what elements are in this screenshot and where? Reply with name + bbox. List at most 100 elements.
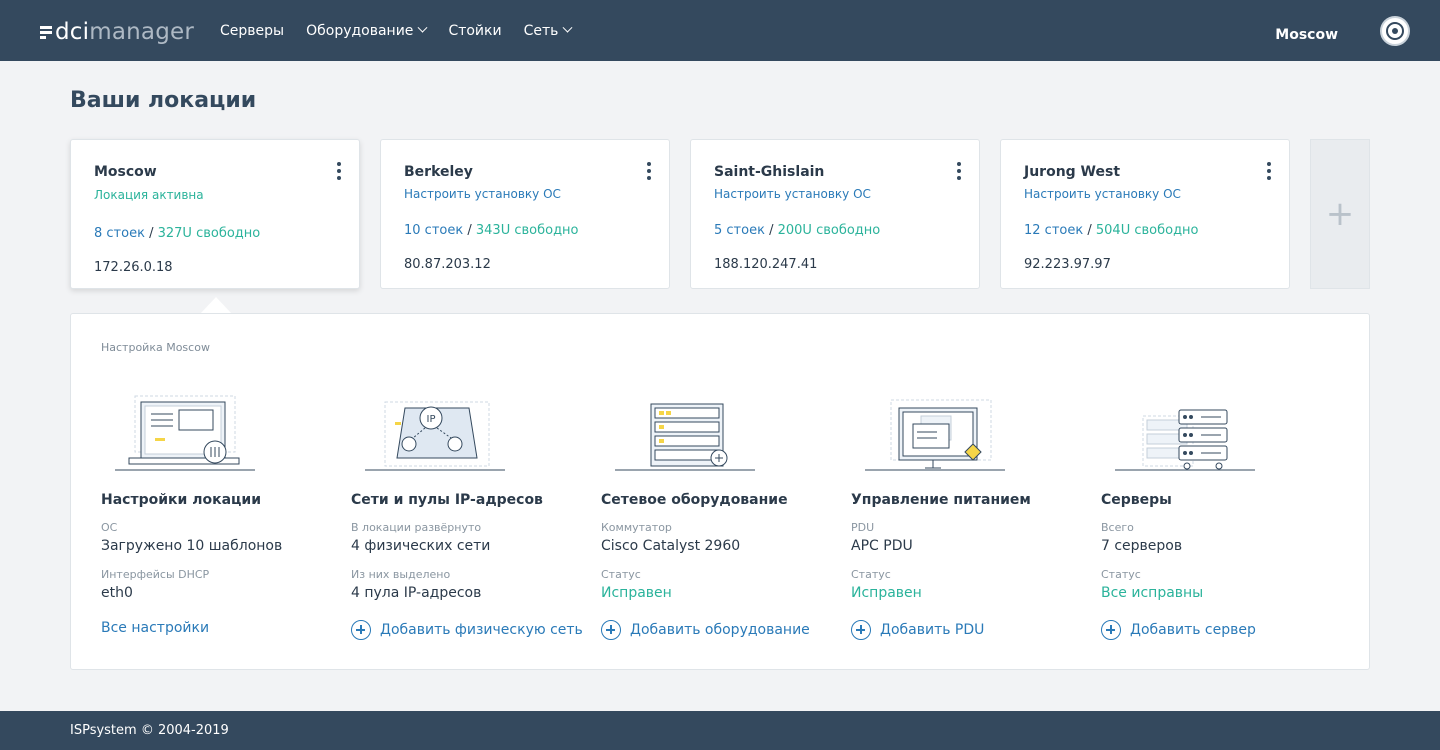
- add-physical-network-button[interactable]: Добавить физическую сеть: [351, 620, 583, 640]
- more-menu-icon[interactable]: [957, 162, 961, 180]
- top-navigation-bar: dci manager Серверы Оборудование Стойки С…: [0, 0, 1440, 61]
- setup-os-link[interactable]: Настроить установку ОС: [404, 187, 561, 201]
- more-menu-icon[interactable]: [647, 162, 651, 180]
- action-label: Все настройки: [101, 620, 210, 636]
- racks-count-link[interactable]: 8 стоек: [94, 226, 145, 241]
- all-settings-link[interactable]: Все настройки: [101, 620, 209, 636]
- nav-racks-label: Стойки: [448, 22, 502, 39]
- avatar-emblem-icon: [1386, 22, 1404, 40]
- ip-text: IP: [427, 414, 436, 425]
- location-ip: 172.26.0.18: [94, 260, 173, 275]
- add-circle-icon: [601, 620, 621, 640]
- setup-os-link[interactable]: Настроить установку ОС: [714, 187, 871, 201]
- plus-icon: +: [1325, 194, 1355, 234]
- field-label: Статус: [601, 568, 641, 581]
- footer: ISPsystem © 2004-2019: [0, 711, 1440, 750]
- setup-os-link[interactable]: Настроить установку ОС: [1024, 187, 1181, 201]
- logo-text-manager: manager: [89, 19, 195, 45]
- section-title: Сетевое оборудование: [601, 492, 788, 508]
- section-title: Настройки локации: [101, 492, 262, 508]
- field-label: PDU: [851, 521, 875, 534]
- location-name: Berkeley: [404, 164, 473, 180]
- logo-text-dci: dci: [55, 19, 90, 45]
- location-ip: 188.120.247.41: [714, 257, 818, 272]
- logo-mark-icon: [40, 26, 52, 39]
- copyright-text: ISPsystem © 2004-2019: [70, 723, 229, 738]
- current-location-name[interactable]: Moscow: [1275, 27, 1338, 43]
- location-racks: 5 стоек / 200U свободно: [714, 223, 880, 238]
- field-label: Всего: [1101, 521, 1134, 534]
- nav-network-label: Сеть: [523, 22, 559, 39]
- main-nav: Серверы Оборудование Стойки Сеть: [220, 0, 593, 61]
- location-card-berkeley[interactable]: Berkeley Настроить установку ОС 10 стоек…: [380, 139, 670, 289]
- status-value: Исправен: [851, 585, 922, 601]
- field-value: eth0: [101, 585, 133, 601]
- location-ip: 92.223.97.97: [1024, 257, 1111, 272]
- field-label: ОС: [101, 521, 118, 534]
- field-label: Из них выделено: [351, 568, 451, 581]
- monitor-power-icon: [865, 399, 1005, 471]
- avatar[interactable]: [1380, 16, 1410, 46]
- field-value: Cisco Catalyst 2960: [601, 538, 741, 554]
- location-status: Локация активна: [94, 188, 204, 202]
- racks-count-link[interactable]: 5 стоек: [714, 223, 765, 238]
- more-menu-icon[interactable]: [337, 162, 341, 180]
- location-card-jurong-west[interactable]: Jurong West Настроить установку ОС 12 ст…: [1000, 139, 1290, 289]
- status-value: Исправен: [601, 585, 672, 601]
- section-title: Сети и пулы IP-адресов: [351, 492, 543, 508]
- panel-pointer: [200, 297, 232, 314]
- dcimanager-logo[interactable]: dci manager: [40, 19, 194, 45]
- nav-network[interactable]: Сеть: [523, 22, 573, 39]
- add-location-button[interactable]: +: [1310, 139, 1370, 289]
- nav-equipment[interactable]: Оборудование: [306, 22, 428, 39]
- section-title: Серверы: [1101, 492, 1172, 508]
- location-card-saint-ghislain[interactable]: Saint-Ghislain Настроить установку ОС 5 …: [690, 139, 980, 289]
- switch-rack-icon: [615, 403, 755, 471]
- field-value: 4 пула IP-адресов: [351, 585, 482, 601]
- racks-count-link[interactable]: 12 стоек: [1024, 223, 1083, 238]
- free-units: 327U свободно: [157, 226, 261, 241]
- add-equipment-button[interactable]: Добавить оборудование: [601, 620, 810, 640]
- panel-caption: Настройка Moscow: [101, 341, 210, 354]
- location-name: Saint-Ghislain: [714, 164, 825, 180]
- more-menu-icon[interactable]: [1267, 162, 1271, 180]
- field-label: Интерфейсы DHCP: [101, 568, 210, 581]
- racks-count-link[interactable]: 10 стоек: [404, 223, 463, 238]
- nav-racks[interactable]: Стойки: [448, 23, 501, 39]
- add-pdu-button[interactable]: Добавить PDU: [851, 620, 984, 640]
- field-value: APC PDU: [851, 538, 913, 554]
- free-units: 504U свободно: [1095, 223, 1199, 238]
- action-label: Добавить PDU: [880, 622, 985, 638]
- nav-servers[interactable]: Серверы: [220, 23, 284, 39]
- free-units: 200U свободно: [777, 223, 881, 238]
- add-server-button[interactable]: Добавить сервер: [1101, 620, 1256, 640]
- location-racks: 12 стоек / 504U свободно: [1024, 223, 1199, 238]
- add-circle-icon: [351, 620, 371, 640]
- section-title: Управление питанием: [851, 492, 1031, 508]
- chevron-down-icon: [417, 22, 428, 33]
- field-value: 7 серверов: [1101, 538, 1183, 554]
- page-title: Ваши локации: [70, 88, 257, 113]
- location-name: Moscow: [94, 164, 157, 180]
- racks-separator: /: [467, 223, 472, 238]
- add-circle-icon: [851, 620, 871, 640]
- racks-separator: /: [1087, 223, 1092, 238]
- field-value: Загружено 10 шаблонов: [101, 538, 283, 554]
- field-label: В локации развёрнуто: [351, 521, 482, 534]
- ip-networks-icon: IP: [365, 401, 505, 471]
- location-ip: 80.87.203.12: [404, 257, 491, 272]
- location-racks: 8 стоек / 327U свободно: [94, 226, 260, 241]
- location-racks: 10 стоек / 343U свободно: [404, 223, 579, 238]
- nav-equipment-label: Оборудование: [306, 22, 414, 39]
- field-value: 4 физических сети: [351, 538, 491, 554]
- add-circle-icon: [1101, 620, 1121, 640]
- racks-separator: /: [769, 223, 774, 238]
- racks-separator: /: [149, 226, 154, 241]
- location-settings-panel: Настройка Moscow Настройки локации ОС За…: [70, 313, 1370, 670]
- field-label: Статус: [1101, 568, 1141, 581]
- location-card-moscow[interactable]: Moscow Локация активна 8 стоек / 327U св…: [70, 139, 360, 289]
- chevron-down-icon: [562, 22, 573, 33]
- field-label: Коммутатор: [601, 521, 672, 534]
- field-label: Статус: [851, 568, 891, 581]
- action-label: Добавить сервер: [1130, 622, 1256, 638]
